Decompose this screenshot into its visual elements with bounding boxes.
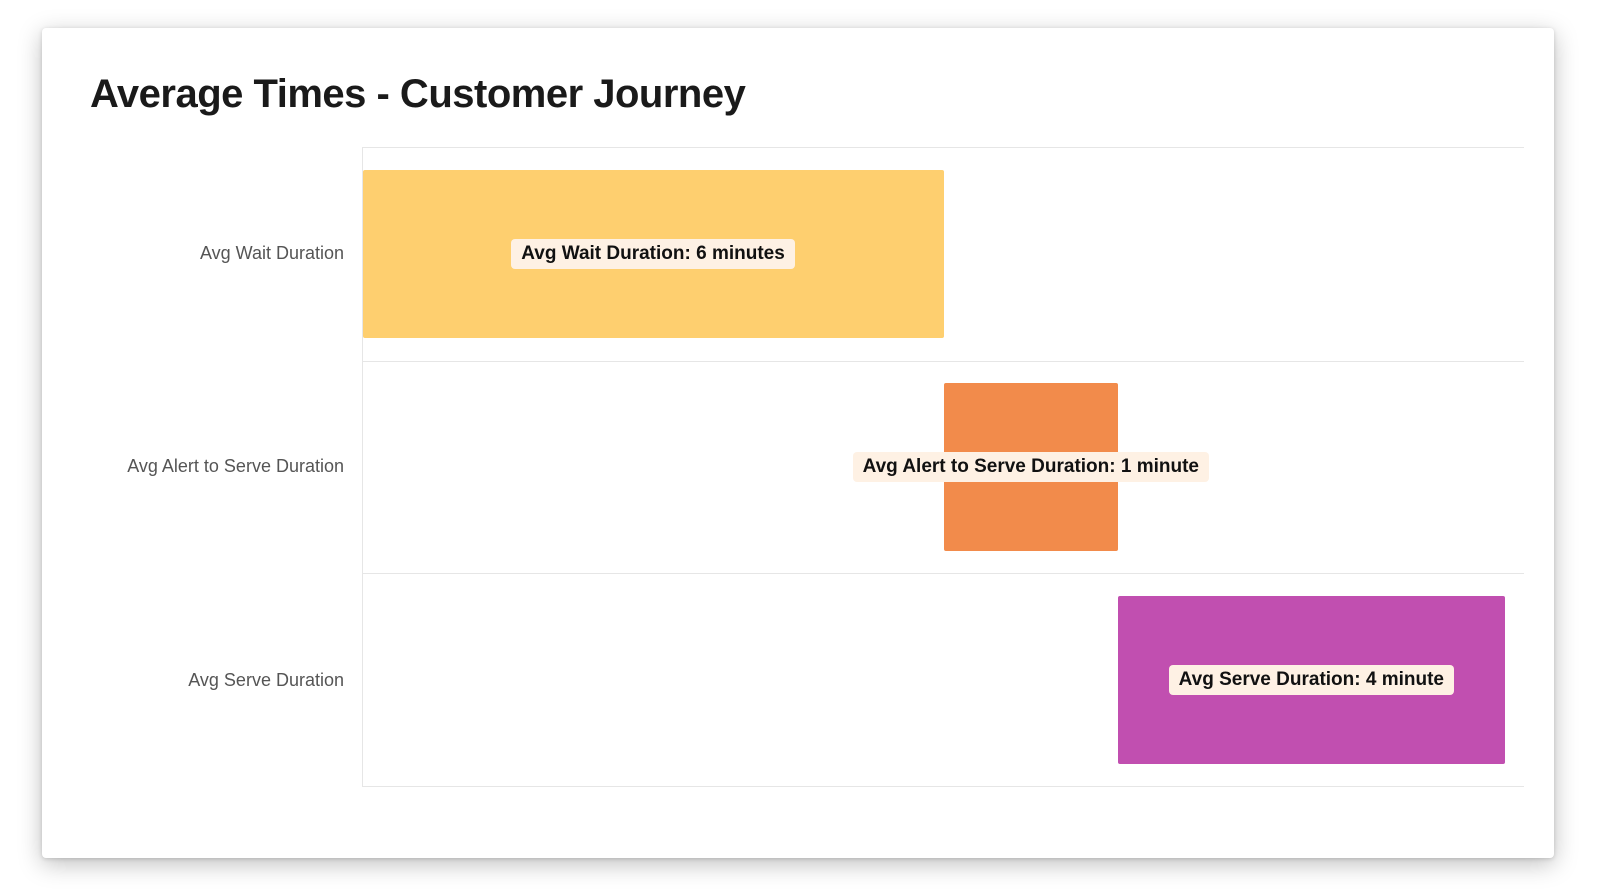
bar-data-label: Avg Alert to Serve Duration: 1 minute [853,452,1209,482]
plot-area: Avg Wait Duration: 6 minutes Avg Alert to… [362,147,1524,787]
bar-data-label: Avg Wait Duration: 6 minutes [511,239,795,269]
y-axis-category-label: Avg Alert to Serve Duration [127,456,344,478]
y-axis-category-label: Avg Wait Duration [200,243,344,265]
bar-data-label: Avg Serve Duration: 4 minute [1169,665,1454,695]
y-axis-category-label: Avg Serve Duration [188,670,344,692]
chart-area: Avg Wait Duration Avg Alert to Serve Dur… [90,147,1524,787]
y-axis-labels: Avg Wait Duration Avg Alert to Serve Dur… [90,147,362,787]
chart-title: Average Times - Customer Journey [90,72,1524,117]
chart-card: Average Times - Customer Journey Avg Wai… [42,28,1554,858]
